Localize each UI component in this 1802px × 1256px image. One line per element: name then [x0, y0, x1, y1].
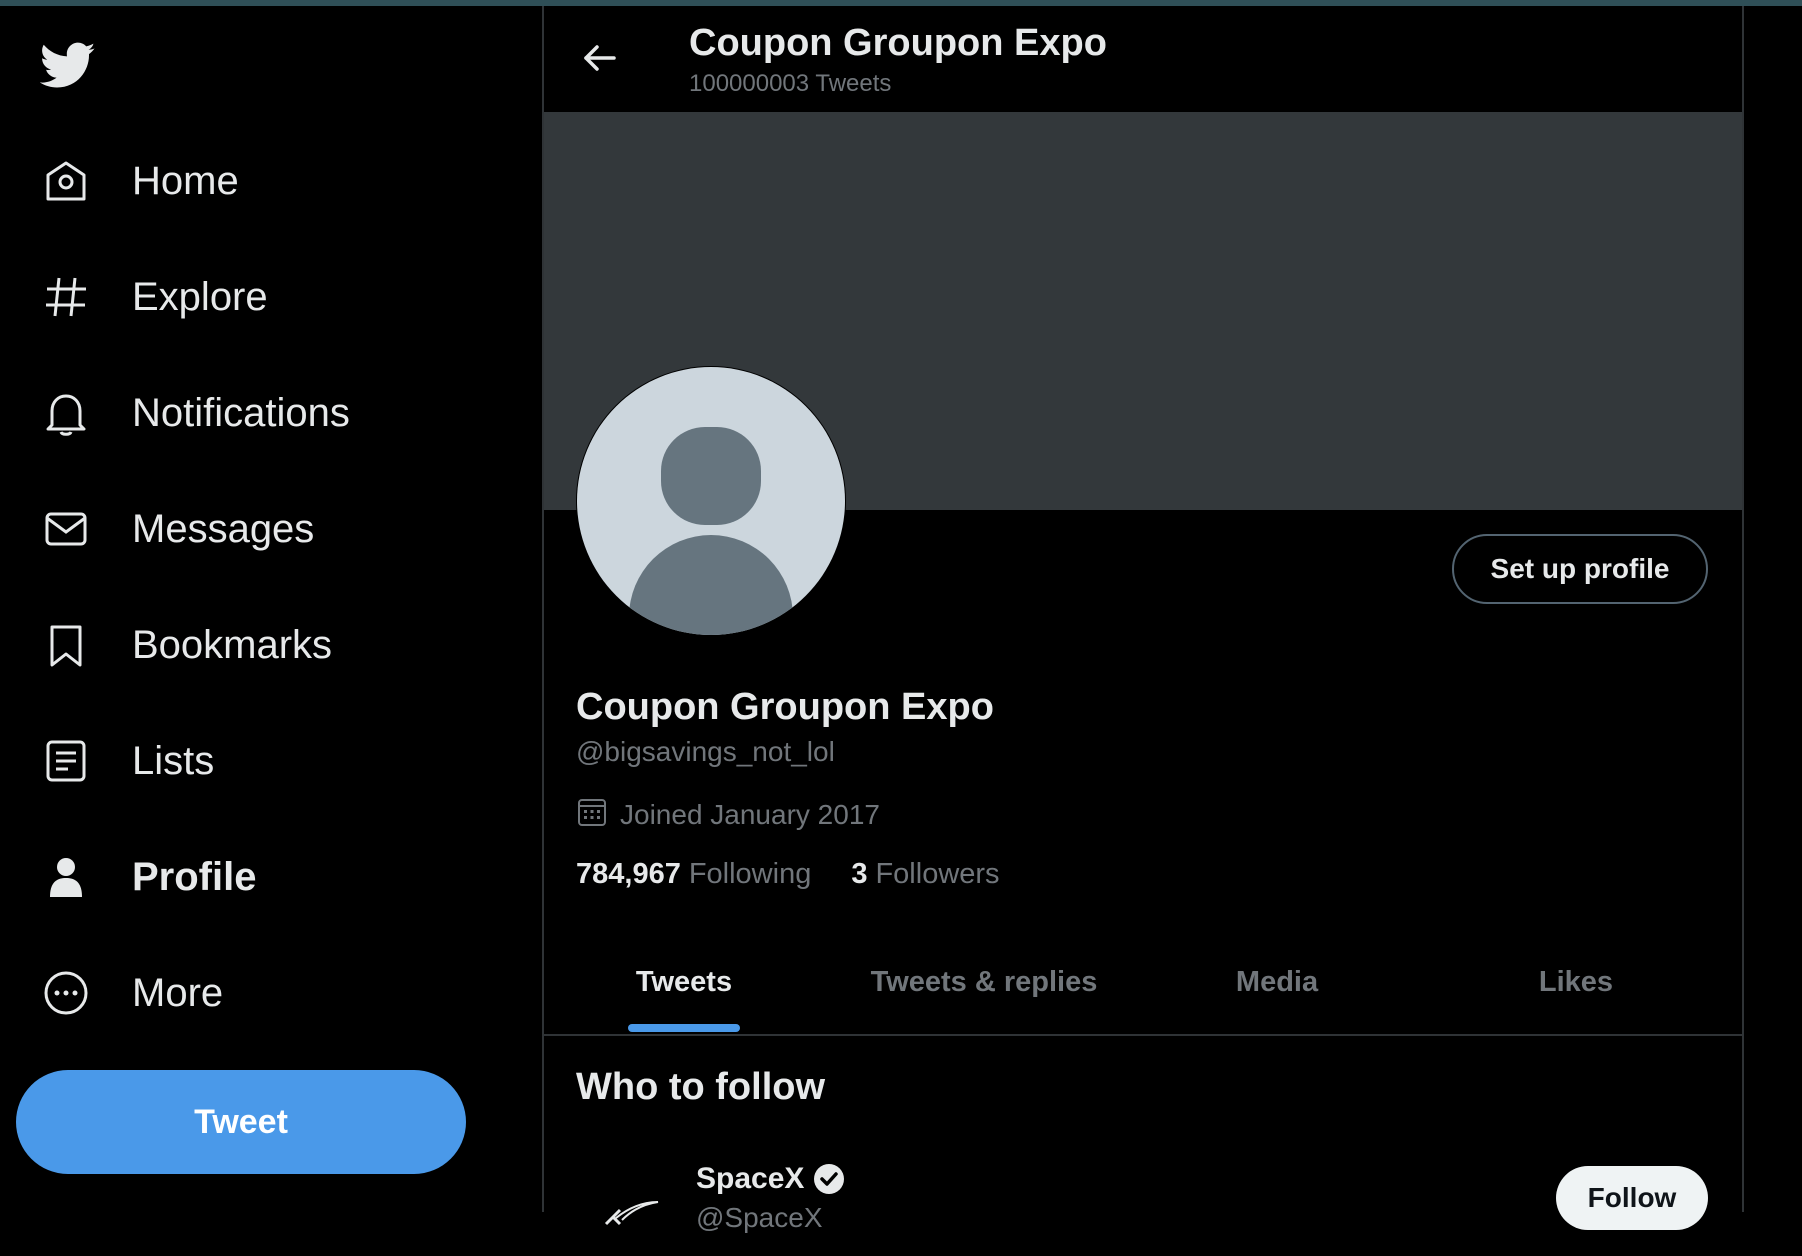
followers-link[interactable]: 3 Followers [851, 858, 999, 891]
person-icon [40, 851, 92, 903]
header-tweet-count: 100000003 Tweets [689, 70, 892, 97]
suggestion-name-row[interactable]: SpaceX [696, 1162, 846, 1196]
following-link[interactable]: 784,967 Following [576, 858, 811, 891]
nav-label-explore: Explore [132, 274, 268, 319]
follow-button[interactable]: Follow [1556, 1166, 1708, 1230]
profile-main-column: Coupon Groupon Expo 100000003 Tweets Set… [542, 6, 1744, 1256]
bookmark-icon [40, 619, 92, 671]
profile-display-name: Coupon Groupon Expo [576, 686, 994, 728]
who-to-follow-title: Who to follow [576, 1066, 826, 1108]
nav-label-profile: Profile [132, 854, 257, 899]
joined-text: Joined January 2017 [620, 798, 880, 830]
followers-count: 3 [851, 858, 868, 890]
nav-item-more[interactable]: More [40, 958, 223, 1028]
nav-label-home: Home [132, 158, 239, 203]
list-icon [40, 735, 92, 787]
follow-stats: 784,967 Following 3 Followers [576, 858, 1000, 891]
following-count: 784,967 [576, 858, 681, 890]
home-icon [40, 155, 92, 207]
back-arrow-icon[interactable] [578, 36, 622, 80]
bell-icon [40, 387, 92, 439]
tab-tweets[interactable]: Tweets [544, 930, 824, 1034]
nav-item-home[interactable]: Home [40, 146, 239, 216]
nav-item-profile[interactable]: Profile [40, 842, 256, 912]
profile-handle: @bigsavings_not_lol [576, 736, 835, 767]
tab-tweets-and-replies[interactable]: Tweets & replies [824, 930, 1144, 1034]
nav-item-messages[interactable]: Messages [40, 494, 314, 564]
profile-header: Coupon Groupon Expo 100000003 Tweets [544, 6, 1742, 112]
tab-likes[interactable]: Likes [1410, 930, 1742, 1034]
tweet-button[interactable]: Tweet [16, 1070, 466, 1174]
nav-label-notifications: Notifications [132, 390, 350, 435]
nav-item-lists[interactable]: Lists [40, 726, 214, 796]
calendar-icon [576, 796, 608, 833]
set-up-profile-button[interactable]: Set up profile [1452, 534, 1708, 604]
default-avatar-icon [577, 367, 845, 635]
suggestion-name: SpaceX [696, 1162, 805, 1195]
profile-avatar[interactable] [576, 366, 846, 636]
joined-date: Joined January 2017 [576, 796, 880, 833]
profile-tabs: Tweets Tweets & replies Media Likes [544, 930, 1742, 1036]
sidebar-nav: Home Explore Notifications Messages Book… [0, 6, 542, 1212]
nav-label-messages: Messages [132, 506, 315, 551]
spacex-avatar[interactable] [576, 1160, 672, 1256]
suggestion-handle: @SpaceX [696, 1202, 823, 1233]
nav-label-bookmarks: Bookmarks [132, 622, 333, 667]
more-circle-icon [40, 967, 92, 1019]
header-title: Coupon Groupon Expo [689, 22, 1107, 64]
envelope-icon [40, 503, 92, 555]
nav-label-more: More [132, 970, 224, 1015]
active-tab-indicator [628, 1024, 740, 1032]
nav-item-explore[interactable]: Explore [40, 262, 268, 332]
tab-media[interactable]: Media [1144, 930, 1410, 1034]
following-label: Following [688, 858, 812, 890]
hashtag-icon [40, 271, 92, 323]
nav-item-notifications[interactable]: Notifications [40, 378, 350, 448]
nav-label-lists: Lists [132, 738, 215, 783]
nav-item-bookmarks[interactable]: Bookmarks [40, 610, 332, 680]
verified-badge-icon [812, 1162, 846, 1196]
twitter-bird-logo-icon[interactable] [39, 42, 96, 90]
followers-label: Followers [875, 858, 1000, 890]
